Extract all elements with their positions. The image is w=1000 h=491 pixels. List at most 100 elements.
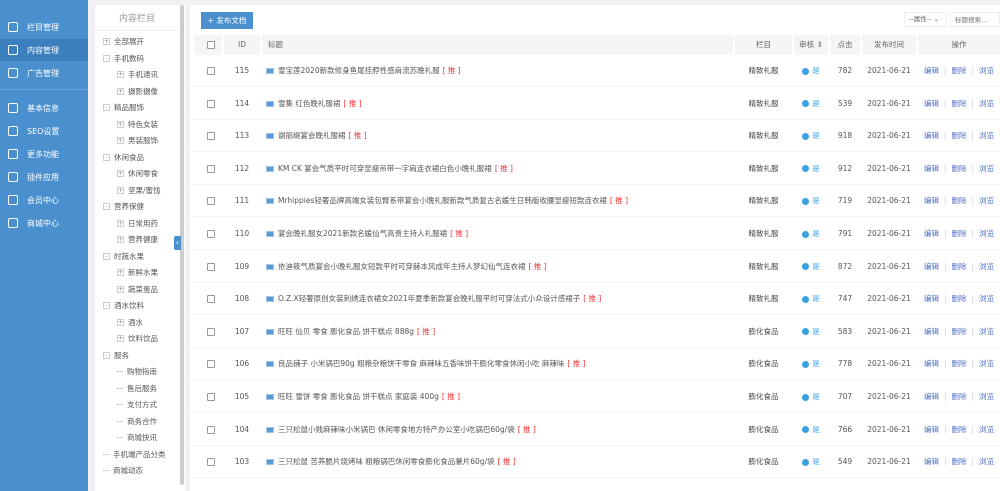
expand-icon[interactable]: + — [117, 186, 124, 194]
row-title[interactable]: 旺旺 雪饼 零食 膨化食品 饼干糕点 家庭装 400g[ 推 ] — [266, 381, 460, 413]
collapse-icon[interactable]: - — [103, 351, 110, 359]
row-audit[interactable]: 是 — [794, 218, 828, 250]
expand-icon[interactable]: + — [117, 170, 124, 177]
row-title[interactable]: 三只松鼠 苦荞脆片烧烤味 粗粮锅巴休闲零食膨化食品薯片60g/袋[ 推 ] — [266, 446, 516, 478]
row-checkbox[interactable] — [207, 99, 215, 108]
row-audit[interactable]: 是 — [794, 283, 828, 315]
row-checkbox[interactable] — [207, 164, 215, 173]
delete-link[interactable]: 删除 — [952, 131, 967, 140]
tree-node[interactable]: - 酒水饮料 — [103, 300, 144, 311]
row-title[interactable]: Mrhippies轻奢品牌高端女装包臂系带宴会小晚礼服新款气质复古名媛生日韩版收… — [266, 185, 628, 217]
collapse-icon[interactable]: - — [103, 54, 110, 62]
tree-node[interactable]: 购物指南 — [117, 366, 157, 377]
edit-link[interactable]: 编辑 — [924, 229, 939, 238]
row-audit[interactable]: 是 — [794, 153, 828, 185]
expand-icon[interactable]: + — [117, 285, 124, 293]
tree-node[interactable]: 商城动态 — [103, 465, 143, 476]
nav-item-7[interactable]: 会员中心 — [0, 189, 88, 211]
row-checkbox[interactable] — [207, 67, 215, 75]
row-checkbox[interactable] — [207, 132, 215, 141]
view-link[interactable]: 浏览 — [979, 99, 994, 108]
tree-node[interactable]: 手机端产品分类 — [103, 449, 166, 460]
collapse-icon[interactable]: - — [103, 252, 110, 260]
collapse-panel-button[interactable]: ‹ — [174, 236, 181, 250]
collapse-icon[interactable]: - — [103, 203, 110, 210]
row-title[interactable]: 宴会晚礼服女2021新款名媛仙气高贵主持人礼服裙[ 推 ] — [266, 218, 468, 250]
row-title[interactable]: 雪集 红色晚礼服裙[ 推 ] — [266, 88, 362, 120]
row-title[interactable]: 三只松鼠小贱麻辣味小米锅巴 休闲零食地方特产办公室小吃锅巴60g/袋[ 推 ] — [266, 414, 536, 446]
delete-link[interactable]: 删除 — [952, 327, 967, 336]
expand-icon[interactable]: + — [117, 87, 124, 95]
delete-link[interactable]: 删除 — [952, 457, 967, 466]
collapse-icon[interactable]: - — [103, 302, 110, 309]
row-checkbox[interactable] — [207, 327, 215, 336]
row-title[interactable]: 良品铺子 小米锅巴90g 粗粮杂粮饼干零食 麻辣味五香味饼干膨化零食休闲小吃 麻… — [266, 348, 585, 380]
expand-icon[interactable]: + — [117, 120, 124, 128]
expand-icon[interactable]: + — [117, 335, 124, 342]
tree-node[interactable]: - 精品服饰 — [103, 102, 144, 113]
view-link[interactable]: 浏览 — [979, 131, 994, 140]
delete-link[interactable]: 删除 — [952, 425, 967, 434]
nav-item-6[interactable]: 插件应用 — [0, 166, 88, 188]
tree-node[interactable]: - 手机数码 — [103, 53, 144, 64]
view-link[interactable]: 浏览 — [979, 229, 994, 238]
delete-link[interactable]: 删除 — [952, 66, 967, 75]
edit-link[interactable]: 编辑 — [924, 196, 939, 205]
edit-link[interactable]: 编辑 — [924, 327, 939, 336]
view-link[interactable]: 浏览 — [979, 196, 994, 205]
expand-icon[interactable]: + — [117, 71, 124, 78]
tree-node[interactable]: + 特色女装 — [117, 119, 158, 130]
row-title[interactable]: O.Z.X轻奢原创女装刺绣连衣裙女2021年夏季新款宴会晚礼服平时可穿法式小众设… — [266, 283, 601, 315]
row-audit[interactable]: 是 — [794, 414, 828, 446]
view-link[interactable]: 浏览 — [979, 327, 994, 336]
view-link[interactable]: 浏览 — [979, 66, 994, 75]
row-checkbox[interactable] — [207, 197, 215, 206]
row-audit[interactable]: 是 — [794, 446, 828, 478]
edit-link[interactable]: 编辑 — [924, 457, 939, 466]
edit-link[interactable]: 编辑 — [924, 294, 939, 303]
tree-node[interactable]: + 营养健康 — [117, 234, 158, 245]
row-audit[interactable]: 是 — [794, 251, 828, 283]
view-link[interactable]: 浏览 — [979, 359, 994, 368]
expand-icon[interactable]: + — [117, 236, 124, 243]
tree-node[interactable]: - 服务 — [103, 350, 129, 361]
collapse-icon[interactable]: - — [103, 104, 110, 111]
tree-node[interactable]: 商城快讯 — [117, 432, 157, 443]
row-checkbox[interactable] — [207, 458, 215, 467]
expand-icon[interactable]: + — [117, 137, 124, 144]
view-link[interactable]: 浏览 — [979, 392, 994, 401]
edit-link[interactable]: 编辑 — [924, 425, 939, 434]
row-audit[interactable]: 是 — [794, 120, 828, 152]
view-link[interactable]: 浏览 — [979, 262, 994, 271]
view-link[interactable]: 浏览 — [979, 457, 994, 466]
collapse-icon[interactable]: - — [103, 153, 110, 161]
view-link[interactable]: 浏览 — [979, 294, 994, 303]
view-link[interactable]: 浏览 — [979, 164, 994, 173]
tree-node[interactable]: 售后服务 — [117, 383, 157, 394]
row-checkbox[interactable] — [207, 360, 215, 369]
row-audit[interactable]: 是 — [794, 185, 828, 217]
row-checkbox[interactable] — [207, 393, 215, 401]
row-checkbox[interactable] — [207, 230, 215, 238]
delete-link[interactable]: 删除 — [952, 99, 967, 108]
delete-link[interactable]: 删除 — [952, 392, 967, 401]
title-search-input[interactable] — [950, 12, 1000, 27]
expand-icon[interactable]: + — [117, 318, 124, 326]
tree-node[interactable]: + 新鲜水果 — [117, 267, 158, 278]
row-audit[interactable]: 是 — [794, 88, 828, 120]
row-title[interactable]: KM CK 宴会气质平时可穿显瘦吊带一字肩连衣裙白色小晚礼服裙[ 推 ] — [266, 153, 513, 185]
row-audit[interactable]: 是 — [794, 348, 828, 380]
nav-item-1[interactable]: 内容管理 — [0, 39, 88, 61]
nav-item-0[interactable]: 栏目管理 — [0, 16, 88, 38]
edit-link[interactable]: 编辑 — [924, 99, 939, 108]
nav-item-2[interactable]: 广告管理 — [0, 62, 88, 84]
tree-node[interactable]: + 全部展开 — [103, 36, 144, 47]
row-checkbox[interactable] — [207, 262, 215, 271]
tree-node[interactable]: + 日常用药 — [117, 218, 158, 229]
tree-node[interactable]: - 营养保健 — [103, 201, 144, 212]
edit-link[interactable]: 编辑 — [924, 164, 939, 173]
select-all-checkbox[interactable] — [207, 41, 215, 49]
row-checkbox[interactable] — [207, 425, 215, 434]
nav-item-8[interactable]: 商城中心 — [0, 212, 88, 234]
tree-node[interactable]: - 时蔬水果 — [103, 251, 144, 262]
